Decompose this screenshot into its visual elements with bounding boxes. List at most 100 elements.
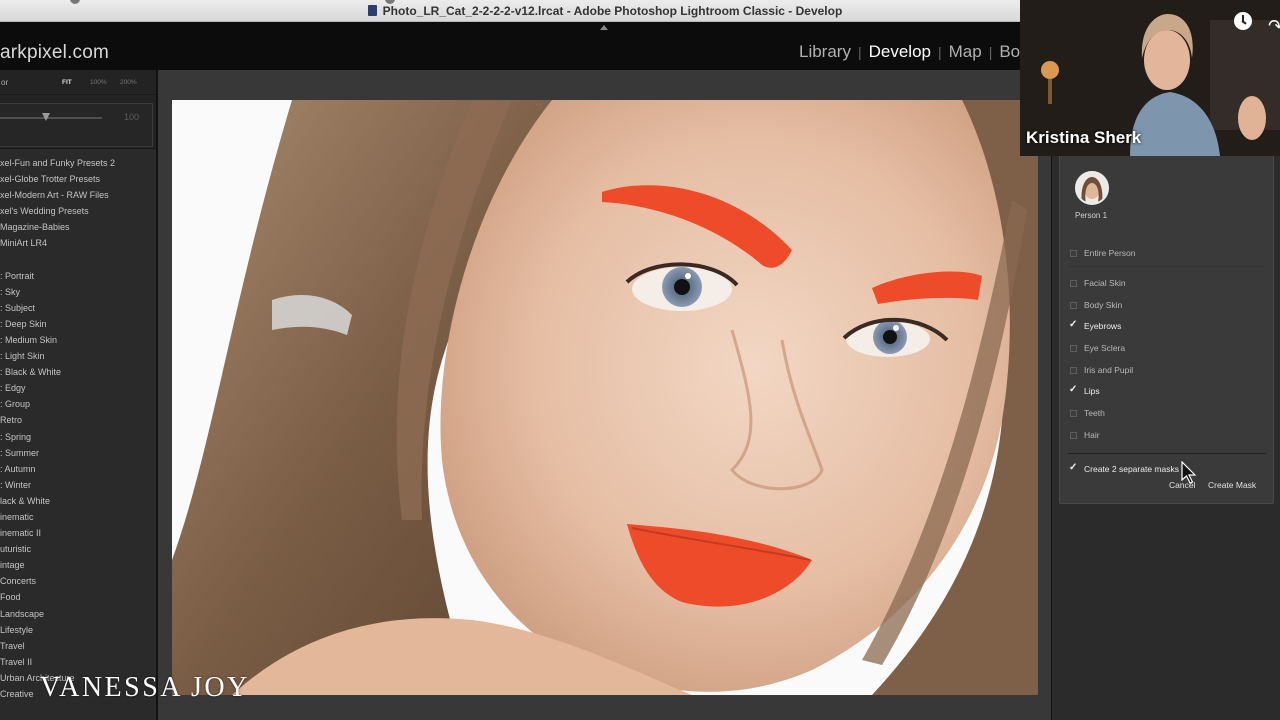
mask-option-facial-skin[interactable]: Facial Skin xyxy=(1070,276,1126,290)
mask-option-label: Teeth xyxy=(1084,408,1105,418)
preset-item[interactable]: lack & White xyxy=(0,493,156,509)
mask-option-checkbox[interactable] xyxy=(1070,279,1077,287)
mask-option-checkbox[interactable] xyxy=(1069,384,1077,395)
separate-masks-label: Create 2 separate masks xyxy=(1084,464,1179,474)
preset-item[interactable]: uturistic xyxy=(0,541,156,557)
mask-option-checkbox[interactable] xyxy=(1070,409,1077,417)
left-panel: or FIT 100% 200% 100 xel-Fun and Funky P… xyxy=(0,70,158,720)
webcam-name: Kristina Sherk xyxy=(1026,128,1142,147)
navigator-slider-thumb[interactable] xyxy=(42,113,50,121)
preset-item[interactable]: Lifestyle xyxy=(0,622,156,638)
create-mask-button[interactable]: Create Mask xyxy=(1208,480,1256,490)
title-bar-dot xyxy=(70,0,80,4)
mask-option-label: Lips xyxy=(1084,386,1100,396)
mask-option-eye-sclera[interactable]: Eye Sclera xyxy=(1070,341,1125,355)
mask-option-label: Iris and Pupil xyxy=(1084,365,1134,375)
module-library[interactable]: Library xyxy=(799,42,851,62)
separate-masks-checkbox[interactable] xyxy=(1069,462,1077,473)
mask-option-iris-and-pupil[interactable]: Iris and Pupil xyxy=(1070,363,1133,377)
preset-item[interactable]: MiniArt LR4 xyxy=(0,235,156,251)
module-map[interactable]: Map xyxy=(949,42,982,62)
mask-option-checkbox[interactable] xyxy=(1070,301,1077,309)
preset-item[interactable]: : Group xyxy=(0,396,156,412)
navigator-slider-value: 100 xyxy=(124,112,140,122)
mask-option-checkbox[interactable] xyxy=(1070,249,1077,257)
photo-preview[interactable] xyxy=(172,100,1038,695)
presets-group-a: xel-Fun and Funky Presets 2 xel-Globe Tro… xyxy=(0,155,156,252)
mask-option-body-skin[interactable]: Body Skin xyxy=(1070,298,1122,312)
mask-option-teeth[interactable]: Teeth xyxy=(1070,406,1105,420)
mask-option-label: Facial Skin xyxy=(1084,278,1126,288)
mask-option-checkbox[interactable] xyxy=(1069,319,1077,330)
module-picker: Library | Develop | Map | Bo xyxy=(799,42,1020,62)
preset-item[interactable]: intage xyxy=(0,557,156,573)
preset-item[interactable]: : Edgy xyxy=(0,380,156,396)
mask-option-label: Body Skin xyxy=(1084,300,1123,310)
navigator-slider-track[interactable] xyxy=(0,117,102,119)
module-separator: | xyxy=(988,44,993,60)
preset-item[interactable]: : Subject xyxy=(0,300,156,316)
person-avatar-icon xyxy=(1077,173,1107,203)
preset-item[interactable]: Landscape xyxy=(0,606,156,622)
collapse-top-panel-icon[interactable] xyxy=(600,25,608,30)
mask-option-label: Eye Sclera xyxy=(1084,343,1126,353)
preset-item[interactable]: xel-Modern Art - RAW Files xyxy=(0,187,156,203)
person-label: Person 1 xyxy=(1075,211,1108,220)
mask-option-checkbox[interactable] xyxy=(1070,366,1077,374)
navigator-header: or FIT 100% 200% xyxy=(0,70,156,94)
separate-masks-option[interactable]: Create 2 separate masks xyxy=(1069,462,1179,476)
navigator-preview-frame xyxy=(0,103,153,147)
module-book[interactable]: Bo xyxy=(999,42,1020,62)
preset-item[interactable]: : Winter xyxy=(0,477,156,493)
mask-option-label: Entire Person xyxy=(1084,248,1136,258)
watermark: VANESSA JOY xyxy=(40,672,250,703)
preset-item[interactable]: : Summer xyxy=(0,445,156,461)
right-panel: Person 1 Entire Person Facial Skin Body Sk… xyxy=(1051,70,1280,720)
mask-option-label: Eyebrows xyxy=(1084,321,1122,331)
preset-item[interactable]: : Portrait xyxy=(0,268,156,284)
webcam-overlay: Kristina Sherk ↷ xyxy=(1020,0,1280,156)
preset-item[interactable]: : Autumn xyxy=(0,461,156,477)
preset-item[interactable]: inematic xyxy=(0,509,156,525)
preset-item[interactable]: inematic II xyxy=(0,525,156,541)
navigator-title: or xyxy=(1,77,9,87)
presets-group-b: : Portrait: Sky: Subject: Deep Skin: Med… xyxy=(0,268,156,703)
preset-item[interactable]: : Spring xyxy=(0,429,156,445)
mask-option-lips[interactable]: Lips xyxy=(1069,384,1100,398)
clock-icon xyxy=(1234,12,1252,30)
mouse-cursor-icon xyxy=(1181,461,1197,484)
module-separator: | xyxy=(937,44,942,60)
window-title: Photo_LR_Cat_2-2-2-2-v12.lrcat - Adobe P… xyxy=(382,3,843,18)
zoom-fit-button[interactable]: FIT xyxy=(62,79,72,86)
preset-item[interactable]: : Medium Skin xyxy=(0,332,156,348)
mask-option-label: Hair xyxy=(1084,430,1100,440)
presets-gap xyxy=(0,252,156,268)
preset-item[interactable]: : Sky xyxy=(0,284,156,300)
zoom-100-button[interactable]: 100% xyxy=(90,79,107,86)
mask-option-hair[interactable]: Hair xyxy=(1070,428,1100,442)
preset-item[interactable]: Concerts xyxy=(0,573,156,589)
module-develop[interactable]: Develop xyxy=(869,42,931,62)
preset-item[interactable]: xel-Globe Trotter Presets xyxy=(0,171,156,187)
lightroom-window: Photo_LR_Cat_2-2-2-2-v12.lrcat - Adobe P… xyxy=(0,0,1280,720)
preset-item[interactable]: Food xyxy=(0,589,156,605)
preset-item[interactable]: Travel xyxy=(0,638,156,654)
mask-option-checkbox[interactable] xyxy=(1070,431,1077,439)
mask-option-checkbox[interactable] xyxy=(1070,344,1077,352)
zoom-200-button[interactable]: 200% xyxy=(120,79,137,86)
preset-item[interactable]: xel's Wedding Presets xyxy=(0,203,156,219)
preset-item[interactable]: Magazine-Babies xyxy=(0,219,156,235)
preset-item[interactable]: xel-Fun and Funky Presets 2 xyxy=(0,155,156,171)
preset-item[interactable]: Travel II xyxy=(0,654,156,670)
mask-option-entire-person[interactable]: Entire Person xyxy=(1070,246,1136,260)
presets-list: xel-Fun and Funky Presets 2 xel-Globe Tro… xyxy=(0,149,156,702)
mask-option-eyebrows[interactable]: Eyebrows xyxy=(1069,319,1122,333)
identity-plate: arkpixel.com xyxy=(0,42,110,63)
portrait-photo xyxy=(172,100,1038,695)
preset-item[interactable]: : Deep Skin xyxy=(0,316,156,332)
mask-divider xyxy=(1068,453,1266,454)
preset-item[interactable]: : Black & White xyxy=(0,364,156,380)
preset-item[interactable]: Retro xyxy=(0,412,156,428)
person-thumbnail[interactable] xyxy=(1075,171,1109,205)
preset-item[interactable]: : Light Skin xyxy=(0,348,156,364)
